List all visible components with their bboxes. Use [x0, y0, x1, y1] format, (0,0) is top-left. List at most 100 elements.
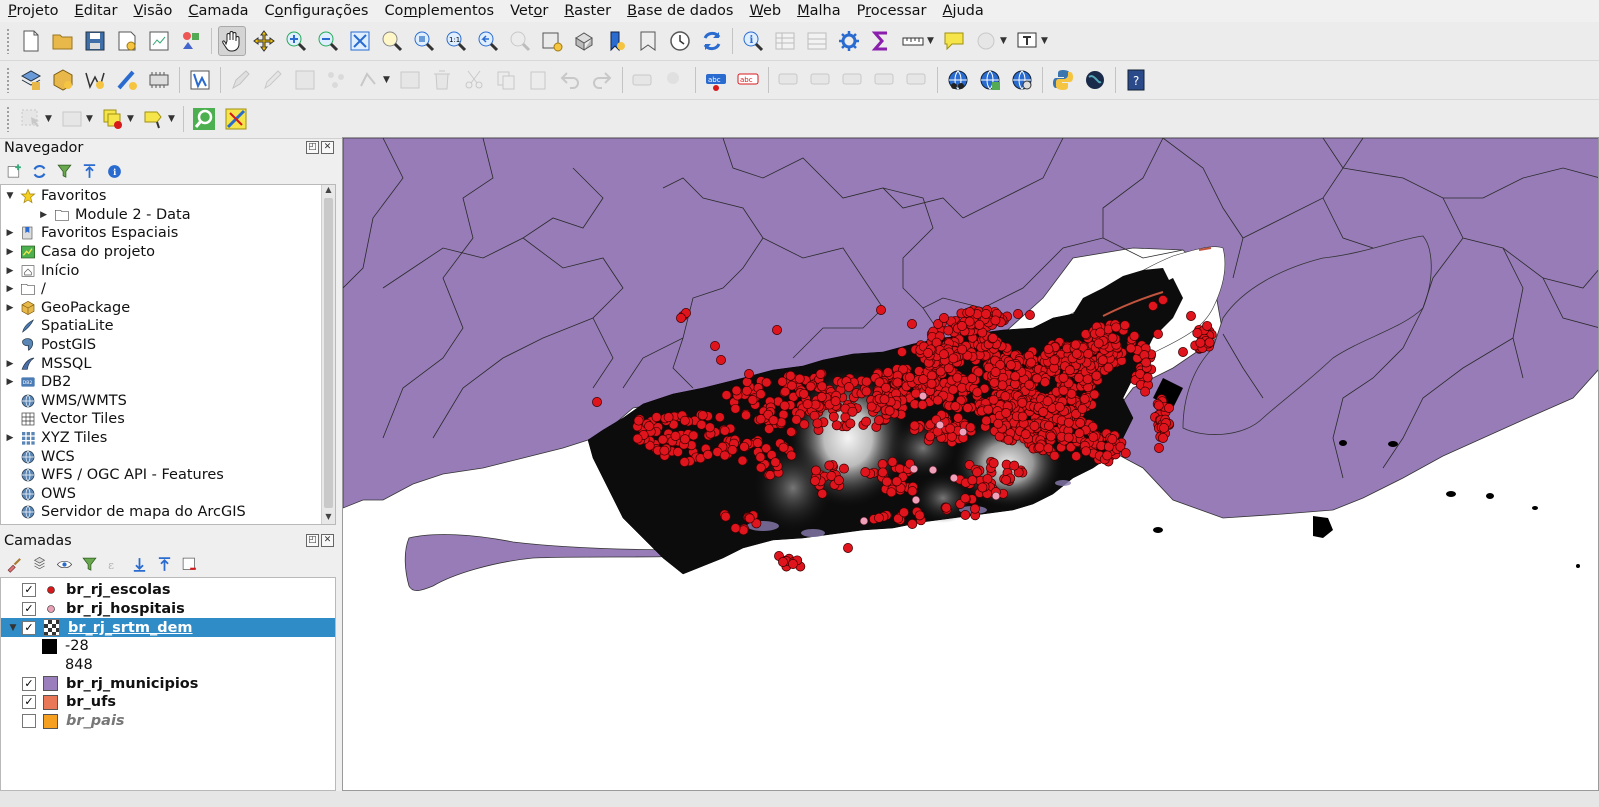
- show-hide-labels-icon[interactable]: [807, 65, 835, 95]
- expand-closed-icon[interactable]: ▶: [3, 266, 17, 276]
- refresh-icon[interactable]: [698, 26, 726, 56]
- locator-dropdown-icon[interactable]: ▼: [1000, 26, 1009, 56]
- cut-features-icon[interactable]: [460, 65, 488, 95]
- vertex-tool-icon[interactable]: [355, 65, 383, 95]
- python-console-icon[interactable]: [1049, 65, 1077, 95]
- layer-visibility-checkbox[interactable]: [22, 714, 36, 729]
- select-value-dropdown-icon[interactable]: ▼: [86, 104, 95, 134]
- browser-item-casa-do-projeto[interactable]: ▶ Casa do projeto: [1, 243, 155, 262]
- layer-visibility-checkbox[interactable]: ✓: [22, 601, 36, 616]
- toolbar-grip[interactable]: [6, 106, 11, 132]
- menu-base-de-dados[interactable]: Base de dados: [619, 0, 741, 22]
- browser-item-module-2-data[interactable]: ▶ Module 2 - Data: [1, 206, 191, 225]
- open-layer-styling-icon[interactable]: [4, 554, 24, 574]
- browser-item-geopackage[interactable]: ▶ GeoPackage: [1, 299, 131, 318]
- layer-item-br-rj-municipios[interactable]: ✓ br_rj_municipios: [1, 675, 335, 694]
- statistical-summary-icon[interactable]: [867, 26, 895, 56]
- browser-scrollbar[interactable]: ▲ ▼: [321, 185, 335, 524]
- layer-item-br-rj-srtm-dem[interactable]: ▼ ✓ br_rj_srtm_dem: [1, 618, 335, 637]
- temporal-controller-icon[interactable]: [666, 26, 694, 56]
- help-icon[interactable]: ?: [1122, 65, 1150, 95]
- open-project-icon[interactable]: [49, 26, 77, 56]
- scroll-down-icon[interactable]: ▼: [322, 512, 335, 524]
- new-project-icon[interactable]: [17, 26, 45, 56]
- new-3d-view-icon[interactable]: [570, 26, 598, 56]
- undo-icon[interactable]: [556, 65, 584, 95]
- close-panel-icon[interactable]: ✕: [321, 141, 334, 154]
- collapse-all-icon[interactable]: [79, 161, 99, 181]
- menu-complementos[interactable]: Complementos: [376, 0, 502, 22]
- zoom-last-icon[interactable]: [474, 26, 502, 56]
- add-point-feature-icon[interactable]: [323, 65, 351, 95]
- layer-visibility-checkbox[interactable]: ✓: [22, 583, 36, 598]
- select-location-dropdown-icon[interactable]: ▼: [168, 104, 177, 134]
- layer-labeling-icon[interactable]: abc: [702, 65, 730, 95]
- zoom-in-icon[interactable]: [282, 26, 310, 56]
- filter-expression-icon[interactable]: ε: [104, 554, 124, 574]
- manage-visibility-icon[interactable]: [54, 554, 74, 574]
- move-label-icon[interactable]: [839, 65, 867, 95]
- select-features-icon[interactable]: [17, 104, 45, 134]
- expand-open-icon[interactable]: ▼: [3, 191, 17, 201]
- layer-item-br-rj-escolas[interactable]: ✓ br_rj_escolas: [1, 581, 335, 600]
- save-edits-icon[interactable]: [291, 65, 319, 95]
- layer-item-br-ufs[interactable]: ✓ br_ufs: [1, 693, 335, 712]
- expand-closed-icon[interactable]: ▶: [3, 247, 17, 257]
- quickmapservices-settings-icon[interactable]: [1008, 65, 1036, 95]
- spatial-bookmark-new-icon[interactable]: [602, 26, 630, 56]
- quickmapservices-search-icon[interactable]: [976, 65, 1004, 95]
- copy-features-icon[interactable]: [492, 65, 520, 95]
- properties-widget-icon[interactable]: i: [104, 161, 124, 181]
- menu-projeto[interactable]: Projeto: [0, 0, 67, 22]
- menu-ajuda[interactable]: Ajuda: [935, 0, 992, 22]
- search-layer-icon[interactable]: [190, 104, 218, 134]
- toolbar-grip[interactable]: [6, 28, 11, 54]
- filter-legend-icon[interactable]: [79, 554, 99, 574]
- label-layer-options-icon[interactable]: [629, 65, 657, 95]
- layer-diagram-icon[interactable]: abc: [734, 65, 762, 95]
- zoom-selection-icon[interactable]: [378, 26, 406, 56]
- expand-closed-icon[interactable]: ▶: [3, 377, 17, 387]
- browser-item-vector-tiles[interactable]: Vector Tiles: [1, 410, 125, 429]
- browser-item-wms-wmts[interactable]: WMS/WMTS: [1, 392, 127, 411]
- style-manager-icon[interactable]: [177, 26, 205, 56]
- new-geopackage-layer-icon[interactable]: [49, 65, 77, 95]
- add-selected-layers-icon[interactable]: [4, 161, 24, 181]
- expand-closed-icon[interactable]: ▶: [23, 210, 51, 220]
- new-shapefile-layer-icon[interactable]: [81, 65, 109, 95]
- modify-attributes-icon[interactable]: [396, 65, 424, 95]
- map-tips-icon[interactable]: [940, 26, 968, 56]
- float-panel-icon[interactable]: ◰: [306, 534, 319, 547]
- menu-web[interactable]: Web: [742, 0, 790, 22]
- pan-map-icon[interactable]: [218, 26, 246, 56]
- zoom-next-icon[interactable]: [506, 26, 534, 56]
- measure-line-icon[interactable]: [899, 26, 927, 56]
- menu-vis-o[interactable]: Visão: [125, 0, 180, 22]
- expression-select-icon[interactable]: [222, 104, 250, 134]
- expand-closed-icon[interactable]: ▶: [3, 433, 17, 443]
- layer-visibility-checkbox[interactable]: ✓: [22, 620, 36, 635]
- redo-icon[interactable]: [588, 65, 616, 95]
- layer-visibility-checkbox[interactable]: ✓: [22, 695, 36, 710]
- quickmapservices-icon[interactable]: [944, 65, 972, 95]
- menu-processar[interactable]: Processar: [849, 0, 935, 22]
- remove-layer-icon[interactable]: [179, 554, 199, 574]
- browser-item-[interactable]: ▶ /: [1, 280, 46, 299]
- new-spatialite-layer-icon[interactable]: [113, 65, 141, 95]
- toggle-editing-icon[interactable]: [259, 65, 287, 95]
- expand-closed-icon[interactable]: ▶: [3, 284, 17, 294]
- attribute-table-icon[interactable]: [771, 26, 799, 56]
- paste-features-icon[interactable]: [524, 65, 552, 95]
- browser-item-wfs-ogc-api-features[interactable]: WFS / OGC API - Features: [1, 466, 224, 485]
- expand-closed-icon[interactable]: ▶: [3, 228, 17, 238]
- expand-closed-icon[interactable]: ▶: [3, 359, 17, 369]
- layer-visibility-checkbox[interactable]: ✓: [22, 676, 36, 691]
- select-by-value-icon[interactable]: [58, 104, 86, 134]
- menu-raster[interactable]: Raster: [556, 0, 619, 22]
- text-annotation-icon[interactable]: [1013, 26, 1041, 56]
- rotate-label-icon[interactable]: [871, 65, 899, 95]
- filter-browser-icon[interactable]: [54, 161, 74, 181]
- expand-all-icon[interactable]: [129, 554, 149, 574]
- new-virtual-layer-icon[interactable]: [145, 65, 173, 95]
- layer-item-br-pais[interactable]: br_pais: [1, 712, 335, 731]
